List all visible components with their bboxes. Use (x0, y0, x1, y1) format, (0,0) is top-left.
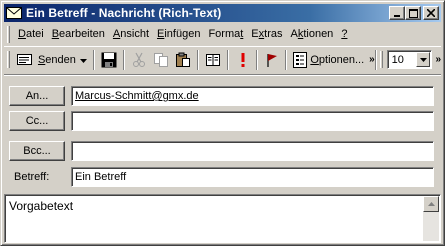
toolbar-separator (196, 49, 199, 70)
save-button[interactable] (98, 49, 120, 71)
bcc-field[interactable] (71, 141, 434, 161)
menu-help[interactable]: ? (337, 28, 351, 40)
exclamation-icon (241, 52, 244, 67)
font-size-value: 10 (391, 53, 404, 66)
importance-high-button[interactable] (232, 49, 253, 71)
to-field[interactable]: Marcus-Schmitt@gmx.de (71, 86, 434, 106)
close-button[interactable] (423, 6, 439, 20)
copy-button[interactable] (150, 49, 172, 71)
address-book-icon (205, 53, 220, 66)
floppy-disk-icon (101, 52, 117, 67)
send-button[interactable]: Senden (14, 49, 90, 71)
subject-label: Betreff: (14, 171, 50, 183)
font-size-select[interactable]: 10 (386, 50, 433, 69)
window-title: Ein Betreff - Nachricht (Rich-Text) (26, 6, 222, 20)
options-icon (293, 51, 308, 68)
menu-bar: Datei Bearbeiten Ansicht Einfügen Format… (4, 24, 441, 44)
menu-extras[interactable]: Extras (247, 28, 286, 40)
vertical-scrollbar[interactable] (423, 196, 439, 241)
message-window: Ein Betreff - Nachricht (Rich-Text) Date… (0, 0, 445, 246)
send-dropdown-arrow-icon[interactable] (79, 54, 87, 66)
header-divider (4, 74, 441, 76)
flag-icon (267, 53, 277, 67)
menu-aktionen[interactable]: Aktionen (286, 28, 337, 40)
toolbar-separator (122, 49, 125, 70)
cut-button[interactable] (128, 49, 150, 71)
bcc-button-label: Bcc... (23, 145, 51, 157)
toolbar-overflow-chevron-icon[interactable]: » (369, 54, 374, 65)
toolbar-grip[interactable] (7, 51, 10, 68)
address-book-button[interactable] (202, 49, 224, 71)
send-icon (16, 53, 32, 65)
toolbar-separator (256, 49, 259, 70)
menu-grip[interactable] (7, 25, 10, 43)
standard-toolbar: Senden Optionen... » 10 » (4, 46, 441, 72)
cc-field[interactable] (71, 111, 434, 131)
toolbar-separator (92, 49, 95, 70)
close-icon (427, 9, 435, 17)
copy-icon (153, 52, 168, 67)
menu-einfuegen[interactable]: Einfügen (153, 28, 204, 40)
toolbar-separator (374, 49, 377, 70)
format-toolbar-grip[interactable] (379, 51, 383, 68)
follow-up-flag-button[interactable] (261, 49, 282, 71)
title-bar[interactable]: Ein Betreff - Nachricht (Rich-Text) (4, 4, 441, 22)
toolbar-separator (226, 49, 229, 70)
toolbar-separator (285, 49, 288, 70)
maximize-icon (408, 8, 418, 18)
to-button-label: An... (25, 90, 49, 102)
options-button[interactable]: Optionen... (290, 49, 367, 71)
message-body-text: Vorgabetext (9, 199, 74, 213)
paste-button[interactable] (172, 49, 194, 71)
paste-icon (175, 52, 190, 67)
menu-ansicht[interactable]: Ansicht (109, 28, 153, 40)
minimize-icon (394, 15, 400, 17)
to-recipient[interactable]: Marcus-Schmitt@gmx.de (75, 90, 199, 102)
subject-field[interactable]: Ein Betreff (71, 167, 434, 187)
format-toolbar-overflow-chevron-icon[interactable]: » (435, 54, 440, 65)
minimize-button[interactable] (389, 6, 405, 20)
chevron-down-icon[interactable] (416, 52, 431, 67)
scissors-icon (132, 52, 145, 67)
menu-format[interactable]: Format (204, 28, 247, 40)
to-button[interactable]: An... (9, 86, 65, 106)
bcc-button[interactable]: Bcc... (9, 141, 65, 161)
menu-datei[interactable]: Datei (14, 28, 48, 40)
maximize-button[interactable] (405, 6, 421, 20)
scroll-up-arrow-icon[interactable] (423, 196, 439, 212)
menu-bearbeiten[interactable]: Bearbeiten (48, 28, 109, 40)
message-body[interactable]: Vorgabetext (4, 194, 441, 243)
cc-button-label: Cc... (25, 115, 49, 127)
envelope-icon (6, 6, 22, 20)
cc-button[interactable]: Cc... (9, 111, 65, 131)
subject-value: Ein Betreff (75, 171, 127, 183)
